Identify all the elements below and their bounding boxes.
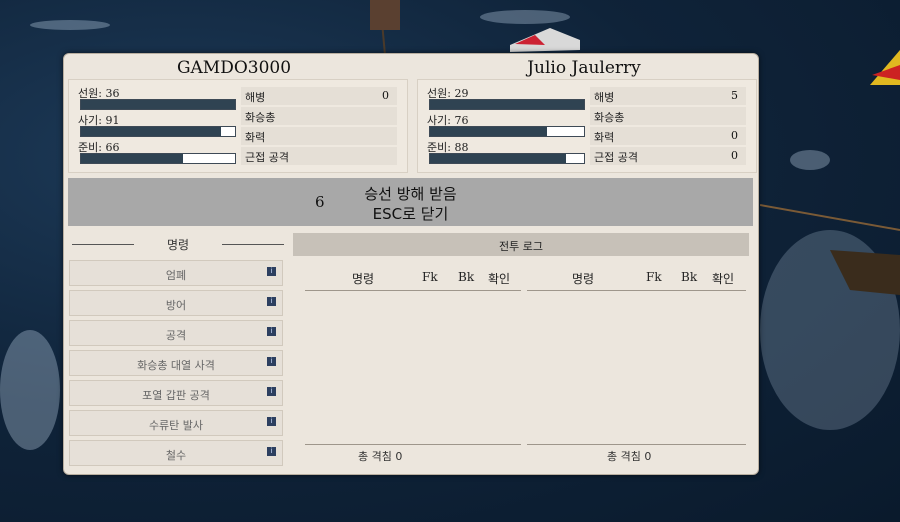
command-button-musket-volley[interactable]: 화승총 대열 사격 i (69, 350, 283, 376)
enemy-stats-box: 선원: 29 사기: 76 준비: 88 해병 5 화승총 화력 0 근접 공격 0 (417, 79, 757, 173)
boarding-status-banner: 6 승선 방해 받음 ESC로 닫기 (68, 178, 753, 226)
log-col-bk: Bk (458, 270, 475, 284)
stat-row-label: 화력 (594, 131, 615, 144)
log-col-fk: Fk (646, 270, 662, 284)
stat-row-marines: 해병 5 (590, 87, 746, 105)
info-icon[interactable]: i (267, 327, 276, 336)
command-label: 엄폐 (165, 269, 187, 282)
morale-bar (80, 126, 236, 137)
command-button-retreat[interactable]: 철수 i (69, 440, 283, 466)
crew-bar (429, 99, 585, 110)
enemy-name: Julio Jaulerry (527, 58, 641, 78)
total-sinks-right: 총 격침 0 (607, 450, 652, 463)
morale-bar-fill (81, 127, 222, 136)
log-col-command: 명령 (352, 272, 375, 286)
info-icon[interactable]: i (267, 447, 276, 456)
battle-log-title: 전투 로그 (499, 240, 543, 253)
divider (305, 444, 521, 445)
log-col-command: 명령 (572, 272, 595, 286)
command-label: 방어 (165, 299, 187, 312)
morale-bar (429, 126, 585, 137)
command-label: 화승총 대열 사격 (137, 359, 215, 372)
stat-row-firepower: 화력 0 (590, 127, 746, 145)
command-label: 철수 (165, 449, 187, 462)
crew-bar-fill (430, 100, 584, 109)
stat-row-firepower: 화력 (241, 127, 397, 145)
command-button-attack[interactable]: 공격 i (69, 320, 283, 346)
stat-row-muskets: 화승총 (590, 107, 746, 125)
stat-row-value: 5 (731, 89, 738, 102)
stat-row-label: 화력 (245, 131, 266, 144)
divider (305, 290, 521, 291)
info-icon[interactable]: i (267, 417, 276, 426)
close-hint: ESC로 닫기 (372, 205, 449, 223)
info-icon[interactable]: i (267, 357, 276, 366)
crew-bar (80, 99, 236, 110)
stat-row-value: 0 (382, 89, 389, 102)
command-button-defend[interactable]: 방어 i (69, 290, 283, 316)
morale-bar-fill (430, 127, 548, 136)
stat-row-muskets: 화승총 (241, 107, 397, 125)
divider (527, 290, 746, 291)
stat-row-label: 근접 공격 (594, 151, 638, 164)
enemy-ship-silhouette (370, 0, 580, 55)
player-name: GAMDO3000 (176, 58, 292, 78)
command-label: 수류탄 발사 (148, 419, 204, 432)
log-col-fk: Fk (422, 270, 438, 284)
prep-bar (80, 153, 236, 164)
command-button-cover[interactable]: 엄폐 i (69, 260, 283, 286)
stat-row-label: 화승총 (594, 111, 625, 124)
info-icon[interactable]: i (267, 297, 276, 306)
log-col-confirm: 확인 (488, 272, 511, 286)
divider (527, 444, 746, 445)
log-col-confirm: 확인 (712, 272, 735, 286)
stat-row-value: 0 (731, 149, 738, 162)
command-button-grenades[interactable]: 수류탄 발사 i (69, 410, 283, 436)
divider (222, 244, 284, 245)
crew-bar-fill (81, 100, 235, 109)
command-label: 포열 갑판 공격 (142, 389, 210, 402)
stat-row-melee: 근접 공격 0 (590, 147, 746, 165)
commands-header: 명령 (72, 234, 284, 254)
stat-row-melee: 근접 공격 (241, 147, 397, 165)
boarding-panel: GAMDO3000 선원: 36 사기: 91 준비: 66 해병 0 화승총 화… (63, 53, 759, 475)
info-icon[interactable]: i (267, 267, 276, 276)
status-message: 승선 방해 받음 (364, 185, 457, 203)
total-sinks-left: 총 격침 0 (358, 450, 403, 463)
battle-log-header: 전투 로그 (293, 233, 749, 256)
stat-row-value: 0 (731, 129, 738, 142)
stat-row-marines: 해병 0 (241, 87, 397, 105)
prep-bar (429, 153, 585, 164)
log-col-bk: Bk (681, 270, 698, 284)
info-icon[interactable]: i (267, 387, 276, 396)
prep-bar-fill (81, 154, 183, 163)
prep-bar-fill (430, 154, 566, 163)
stat-row-label: 화승총 (245, 111, 276, 124)
command-button-gundeck-attack[interactable]: 포열 갑판 공격 i (69, 380, 283, 406)
command-label: 공격 (165, 329, 187, 342)
stat-row-label: 해병 (594, 91, 615, 104)
stat-row-label: 해병 (245, 91, 266, 104)
ship-silhouette (760, 50, 900, 295)
player-stats-box: 선원: 36 사기: 91 준비: 66 해병 0 화승총 화력 근접 공격 (68, 79, 408, 173)
stat-row-label: 근접 공격 (245, 151, 289, 164)
